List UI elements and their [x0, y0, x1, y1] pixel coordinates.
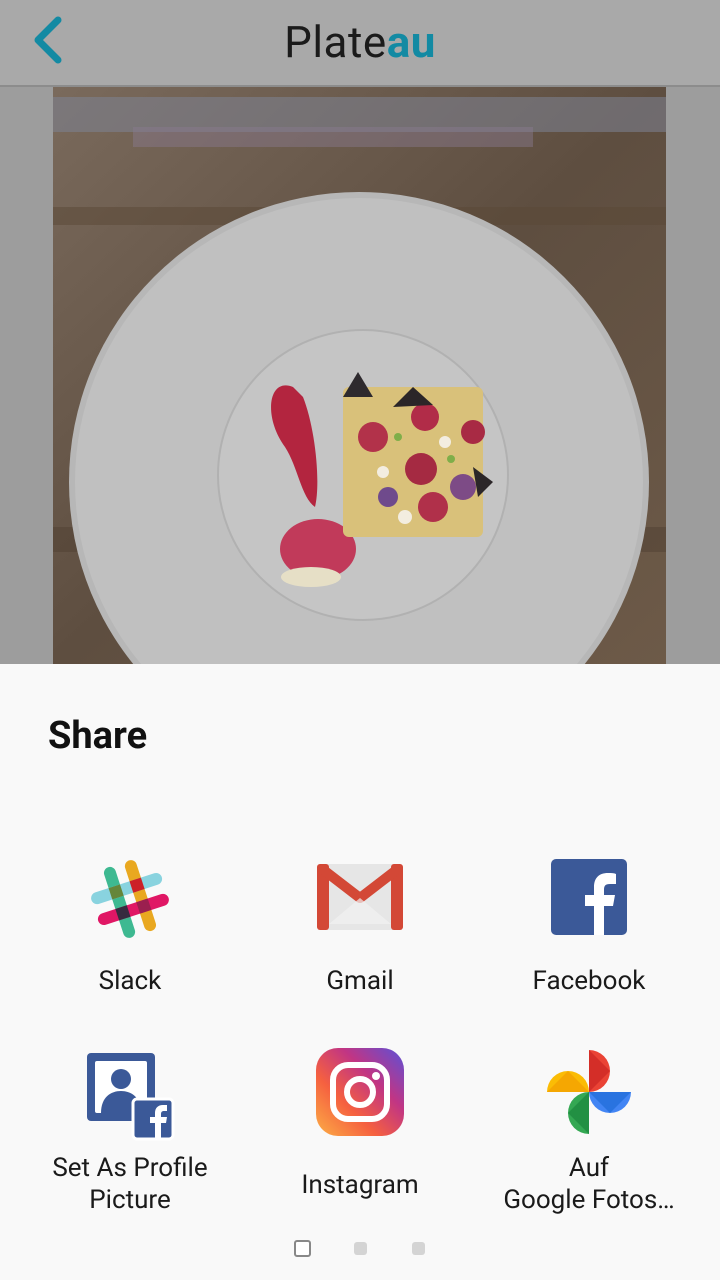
share-app-label: Auf	[568, 1153, 610, 1183]
share-app-set-profile-picture[interactable]: Set As Profile Picture	[10, 1047, 250, 1217]
instagram-icon	[315, 1047, 405, 1137]
share-app-label: Facebook	[532, 966, 646, 996]
share-app-label: Instagram	[301, 1170, 419, 1200]
share-app-slack[interactable]: Slack	[10, 854, 250, 1004]
share-app-label: Gmail	[326, 966, 394, 996]
page-dot[interactable]	[412, 1242, 425, 1255]
share-app-label: Set As Profile	[52, 1153, 208, 1183]
page-indicator	[0, 1240, 720, 1262]
logo-accent: au	[386, 16, 436, 68]
facebook-profile-picture-icon	[85, 1047, 175, 1141]
share-app-instagram[interactable]: Instagram	[240, 1047, 480, 1217]
share-app-label-line2: Picture	[89, 1185, 171, 1215]
share-app-label-line2: Google Fotos…	[503, 1185, 675, 1215]
dish-photo	[53, 87, 666, 664]
slack-icon	[85, 854, 175, 944]
share-sheet: Share Slack Gmail Facebook Set As Profil…	[0, 664, 720, 1280]
logo-text: Plate	[284, 16, 387, 68]
share-title: Share	[48, 714, 148, 758]
share-app-gmail[interactable]: Gmail	[240, 854, 480, 1004]
page-dot-active[interactable]	[294, 1240, 311, 1257]
gmail-icon	[315, 854, 405, 944]
facebook-icon	[544, 854, 634, 944]
app-logo: Plate au	[0, 14, 720, 70]
share-app-facebook[interactable]: Facebook	[469, 854, 709, 1004]
google-photos-icon	[544, 1047, 634, 1137]
share-app-google-photos[interactable]: Auf Google Fotos…	[469, 1047, 709, 1217]
app-toolbar: Plate au	[0, 0, 720, 87]
share-app-label: Slack	[98, 966, 162, 996]
page-dot[interactable]	[354, 1242, 367, 1255]
